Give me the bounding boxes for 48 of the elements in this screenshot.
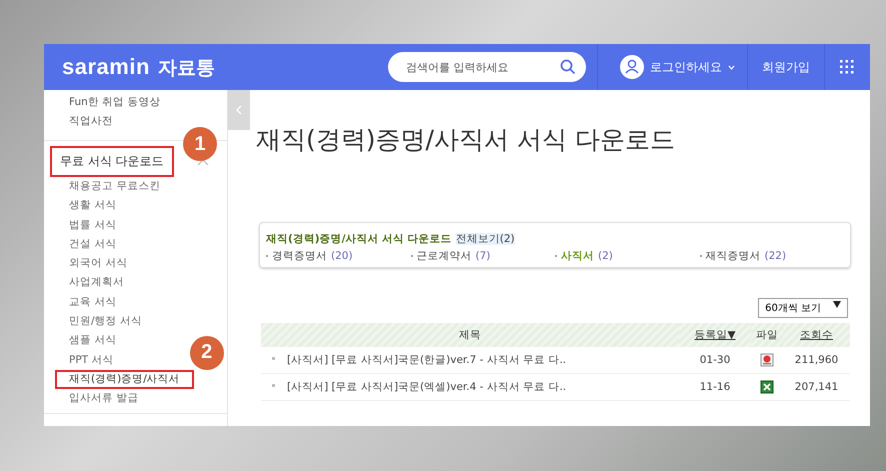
chevron-up-icon[interactable]	[197, 158, 209, 166]
user-avatar-icon	[620, 55, 644, 79]
column-header[interactable]: 등록일▼	[679, 323, 751, 347]
sidebar-item[interactable]: 사업계획서	[55, 273, 138, 293]
sidebar-item[interactable]: 재직(경력)증명/사직서	[55, 370, 194, 390]
category-link[interactable]: 사직서 (2)	[555, 249, 700, 263]
spreadsheet-file-icon[interactable]	[760, 380, 774, 394]
category-link[interactable]: 재직증명서 (22)	[700, 249, 844, 263]
sidebar-item[interactable]: 민원/행정 서식	[55, 312, 156, 332]
title-cell[interactable]: [사직서] [무료 사직서]국문(엑셀)ver.4 - 사직서 무료 다..	[261, 374, 679, 400]
views-cell: 207,141	[783, 374, 850, 400]
document-file-icon[interactable]	[760, 353, 774, 367]
sidebar-item[interactable]: PPT 서식	[55, 350, 128, 370]
signup-link[interactable]: 회원가입	[748, 58, 824, 76]
caret-icon	[728, 64, 735, 70]
sidebar-item[interactable]: 건설 서식	[55, 234, 130, 254]
sidebar-link[interactable]: Fun한 취업 동영상	[44, 93, 227, 112]
chevron-left-icon	[236, 105, 242, 115]
view-all-link[interactable]: 전체보기(2)	[456, 233, 515, 245]
date-cell: 01-30	[679, 347, 751, 374]
sidebar-item[interactable]: 교육 서식	[55, 292, 130, 312]
sidebar-item[interactable]: 생활 서식	[55, 196, 130, 216]
logo[interactable]: saramin	[62, 54, 150, 80]
column-header: 파일	[751, 323, 783, 347]
sidebar-item[interactable]: 법률 서식	[55, 216, 130, 235]
sidebar-item[interactable]: 입사서류 발급	[55, 389, 152, 409]
login-menu[interactable]: 로그인하세요	[598, 55, 747, 79]
logo-subtitle[interactable]: 자료통	[158, 54, 215, 80]
category-panel-title: 재직(경력)증명/사직서 서식 다운로드	[266, 233, 452, 245]
column-header[interactable]: 조회수	[783, 323, 850, 347]
title-cell[interactable]: [사직서] [무료 사직서]국문(한글)ver.7 - 사직서 무료 다..	[261, 347, 679, 374]
sidebar-item[interactable]: 샘플 서식	[55, 331, 130, 351]
search-bar[interactable]: 검색어를 입력하세요	[388, 52, 586, 82]
sidebar-section-title[interactable]: 무료 서식 다운로드	[50, 146, 174, 177]
date-cell: 11-16	[679, 374, 751, 400]
category-link[interactable]: 근로계약서 (7)	[410, 249, 555, 263]
dropdown-arrow-icon	[833, 301, 841, 308]
page-title: 재직(경력)증명/사직서 서식 다운로드	[256, 124, 676, 156]
search-icon[interactable]	[560, 59, 576, 75]
annotation-marker: 2	[190, 336, 224, 370]
annotation-marker: 1	[183, 127, 217, 161]
apps-grid-icon[interactable]	[839, 59, 855, 75]
sidebar-item[interactable]: 채용공고 무료스킨	[55, 177, 174, 196]
views-cell: 211,960	[783, 347, 850, 374]
page-size-dropdown[interactable]: 60개씩 보기	[758, 298, 848, 318]
column-header: 제목	[261, 323, 679, 347]
sidebar-item[interactable]: 외국어 서식	[55, 254, 142, 274]
category-link[interactable]: 경력증명서 (20)	[266, 249, 410, 263]
